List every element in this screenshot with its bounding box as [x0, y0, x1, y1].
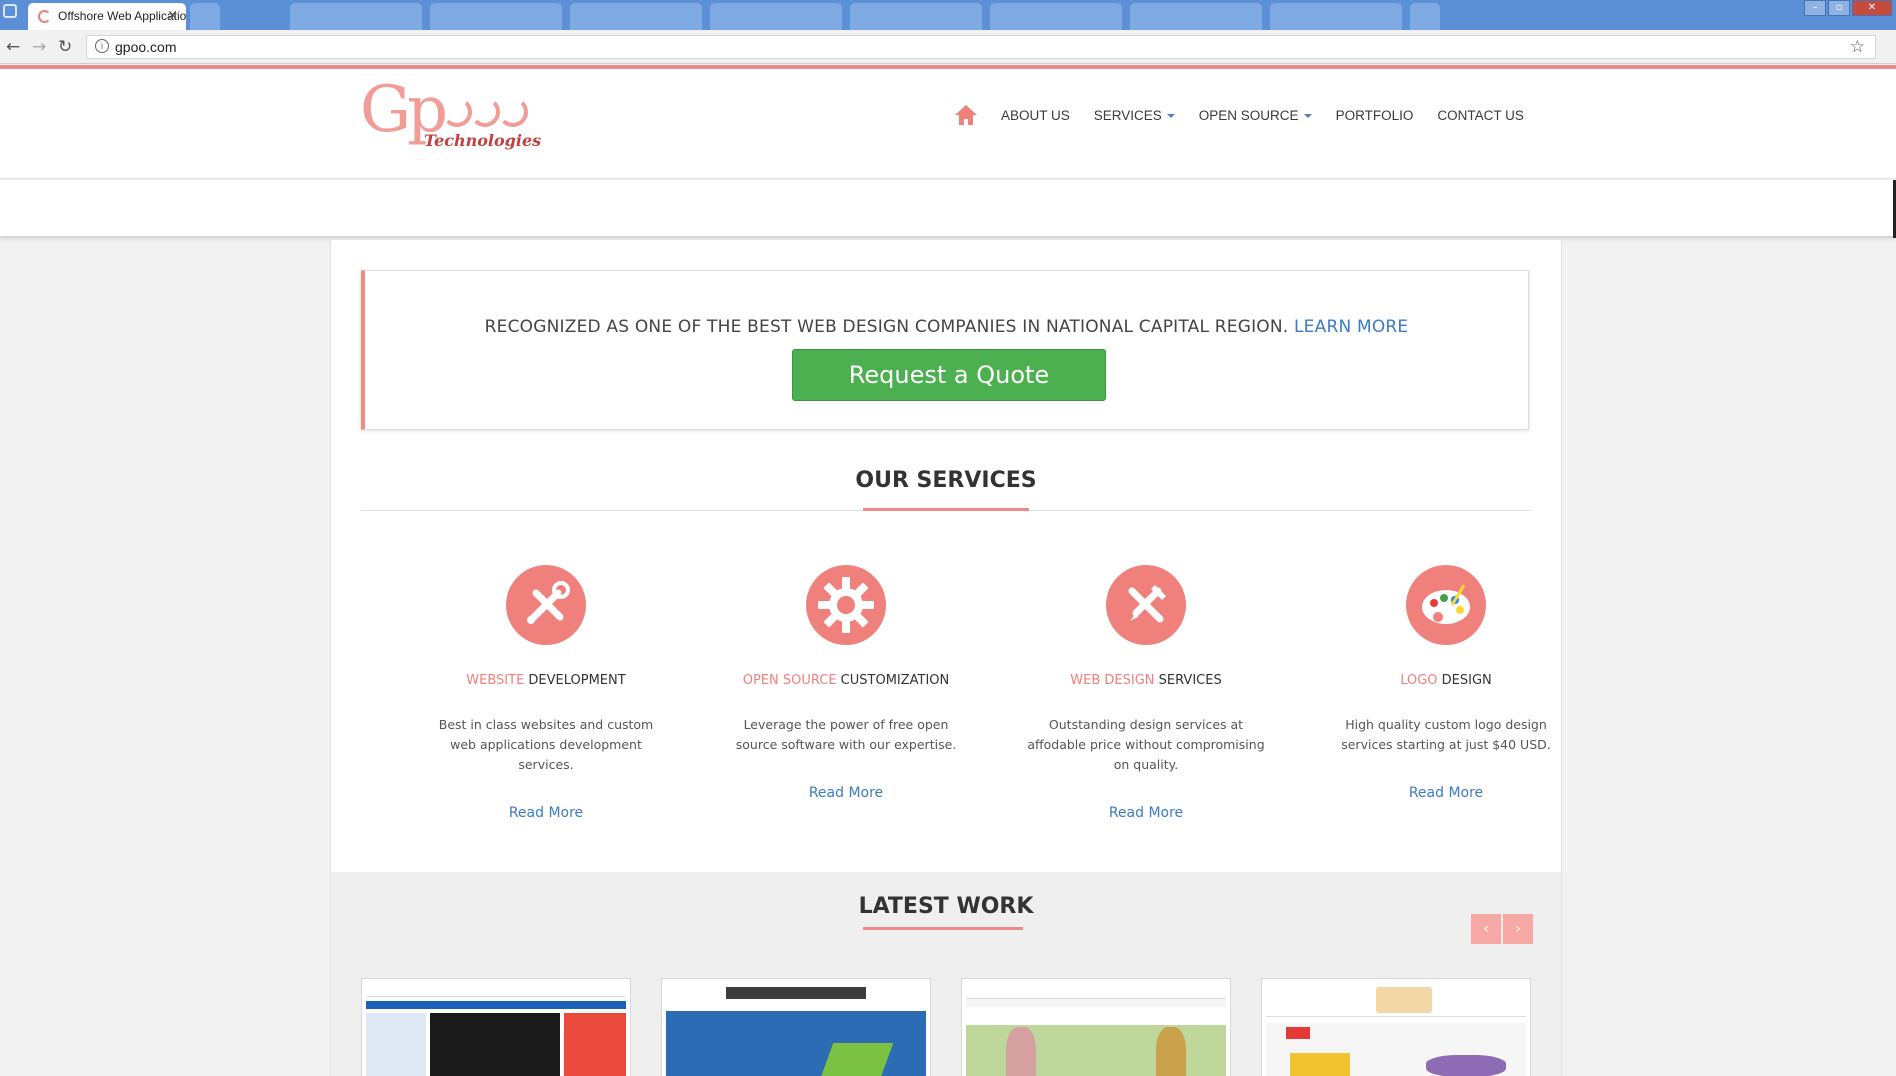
- home-icon[interactable]: [955, 105, 977, 125]
- service-description: High quality custom logo design services…: [1341, 717, 1551, 752]
- nav-contact-us[interactable]: CONTACT US: [1437, 108, 1524, 123]
- browser-toolbar: ← → ↻ i gpoo.com ☆: [0, 30, 1896, 64]
- nav-about-us[interactable]: ABOUT US: [1001, 108, 1070, 123]
- site-favicon-icon: [38, 10, 51, 23]
- portfolio-thumbnail[interactable]: [1261, 978, 1531, 1076]
- tab-close-icon[interactable]: ×: [167, 8, 178, 23]
- service-heading: LOGO DESIGN: [1400, 673, 1492, 688]
- portfolio-screenshot: [966, 983, 1226, 1076]
- portfolio-thumbnail[interactable]: [961, 978, 1231, 1076]
- read-more-link[interactable]: Read More: [509, 805, 583, 821]
- service-heading: OPEN SOURCE CUSTOMIZATION: [742, 673, 950, 688]
- browser-tab[interactable]: [1270, 3, 1402, 30]
- services-title-underline: [863, 508, 1029, 511]
- service-heading: WEB DESIGN SERVICES: [1070, 673, 1222, 688]
- carousel-prev-button[interactable]: ‹: [1471, 914, 1501, 944]
- browser-tab-bar: Offshore Web Applicatio × – ▫ ✕: [0, 0, 1896, 30]
- latest-work-title: LATEST WORK: [858, 894, 1034, 919]
- service-logo-design: LOGO DESIGN High quality custom logo des…: [1296, 565, 1596, 801]
- latest-work-section: LATEST WORK ‹ ›: [331, 872, 1561, 1076]
- bookmark-star-icon[interactable]: ☆: [1850, 37, 1865, 57]
- chevron-down-icon: [1303, 113, 1312, 118]
- address-bar[interactable]: i gpoo.com ☆: [86, 35, 1876, 59]
- logo-swirl-icon: [498, 97, 528, 127]
- browser-tab[interactable]: [1130, 3, 1262, 30]
- main-content: RECOGNIZED AS ONE OF THE BEST WEB DESIGN…: [330, 240, 1562, 1076]
- gear-icon: [806, 565, 886, 645]
- minimize-button[interactable]: –: [1804, 0, 1826, 16]
- service-description: Best in class websites and custom web ap…: [438, 717, 654, 772]
- service-description: Leverage the power of free open source s…: [735, 717, 957, 752]
- logo-swirl-icon: [470, 97, 500, 127]
- recognition-text: RECOGNIZED AS ONE OF THE BEST WEB DESIGN…: [484, 317, 1409, 337]
- tools-icon: [506, 565, 586, 645]
- read-more-link[interactable]: Read More: [809, 785, 883, 801]
- portfolio-screenshot: [666, 983, 926, 1076]
- close-window-button[interactable]: ✕: [1852, 0, 1892, 16]
- window-controls: – ▫ ✕: [1804, 0, 1892, 16]
- back-icon[interactable]: ←: [6, 37, 20, 57]
- portfolio-thumbnail[interactable]: [661, 978, 931, 1076]
- site-info-icon[interactable]: i: [95, 39, 109, 53]
- main-navigation: ABOUT US SERVICES OPEN SOURCE PORTFOLIO …: [955, 105, 1548, 125]
- site-header: Gp Technologies ABOUT US SERVICES OPEN S…: [0, 69, 1896, 179]
- carousel-next-button[interactable]: ›: [1503, 914, 1533, 944]
- browser-tab[interactable]: [850, 3, 982, 30]
- service-web-design: WEB DESIGN SERVICES Outstanding design s…: [996, 565, 1296, 821]
- service-description: Outstanding design services at affodable…: [1027, 717, 1265, 772]
- nav-services[interactable]: SERVICES: [1094, 108, 1175, 123]
- portfolio-thumbnail[interactable]: [361, 978, 631, 1076]
- header-sub-band: [0, 180, 1896, 238]
- service-open-source-customization: OPEN SOURCE CUSTOMIZATION Leverage the p…: [696, 565, 996, 801]
- recognition-callout: RECOGNIZED AS ONE OF THE BEST WEB DESIGN…: [361, 270, 1529, 430]
- read-more-link[interactable]: Read More: [1409, 785, 1483, 801]
- service-heading: WEBSITE DEVELOPMENT: [466, 673, 626, 688]
- new-tab-button[interactable]: [190, 3, 220, 30]
- logo-swirl-icon: [442, 97, 472, 127]
- chevron-down-icon: [1166, 113, 1175, 118]
- forward-icon[interactable]: →: [32, 37, 46, 57]
- palette-icon: [1406, 565, 1486, 645]
- browser-menu-icon[interactable]: [3, 4, 17, 18]
- reload-icon[interactable]: ↻: [58, 37, 72, 57]
- learn-more-link[interactable]: LEARN MORE: [1294, 317, 1408, 337]
- browser-tab[interactable]: [290, 3, 422, 30]
- browser-tab[interactable]: [430, 3, 562, 30]
- url-text[interactable]: gpoo.com: [115, 39, 176, 55]
- request-quote-button[interactable]: Request a Quote: [792, 349, 1106, 401]
- browser-tab[interactable]: [710, 3, 842, 30]
- nav-open-source[interactable]: OPEN SOURCE: [1199, 108, 1312, 123]
- logo-text: Technologies: [424, 131, 542, 150]
- pencil-ruler-icon: [1106, 565, 1186, 645]
- service-website-development: WEBSITE DEVELOPMENT Best in class websit…: [396, 565, 696, 821]
- browser-tab-active[interactable]: Offshore Web Applicatio ×: [28, 3, 186, 30]
- services-title: OUR SERVICES: [855, 468, 1037, 493]
- portfolio-screenshot: [366, 983, 626, 1076]
- browser-tab[interactable]: [570, 3, 702, 30]
- browser-tab[interactable]: [990, 3, 1122, 30]
- browser-tab[interactable]: [1410, 3, 1440, 30]
- latest-work-underline: [863, 927, 1023, 930]
- read-more-link[interactable]: Read More: [1109, 805, 1183, 821]
- gpoo-logo[interactable]: Gp Technologies: [360, 73, 550, 159]
- restore-button[interactable]: ▫: [1828, 0, 1850, 16]
- portfolio-screenshot: [1266, 983, 1526, 1076]
- nav-portfolio[interactable]: PORTFOLIO: [1336, 108, 1414, 123]
